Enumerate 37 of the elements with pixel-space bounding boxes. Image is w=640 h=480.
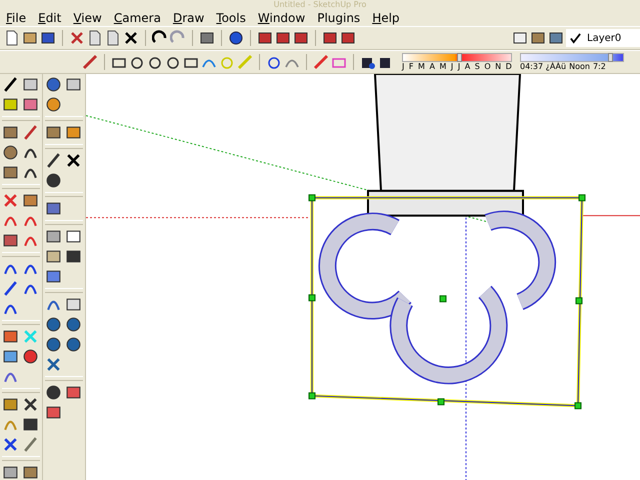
month-label: M [439,62,446,72]
layer-dropdown[interactable]: Layer0 [566,29,640,47]
slider-thumb[interactable] [457,52,462,62]
time-label: Noon [569,62,590,72]
axis-line [582,215,640,216]
month-label: A [464,62,470,72]
slider-thumb[interactable] [608,52,613,62]
new-file-icon[interactable] [4,30,20,46]
undo-icon[interactable] [152,30,168,46]
month-label: J [402,62,404,72]
layer-name: Layer0 [587,32,622,44]
month-label: M [418,62,425,72]
circle-icon[interactable] [2,144,19,161]
menu-item[interactable]: Help [372,11,400,25]
month-label: D [506,62,512,72]
month-label: O [484,62,491,72]
time-slider[interactable] [520,52,624,62]
menu-item[interactable]: View [73,11,102,25]
menu-item[interactable]: Plugins [317,11,360,25]
month-label: F [408,62,414,72]
time-label: 04:37 ¿ÀÀü [520,62,566,72]
menu-item[interactable]: Tools [216,11,246,25]
menu-item[interactable]: Camera [114,11,161,25]
menu-item[interactable]: Window [258,11,306,25]
menu-item[interactable]: Draw [172,11,204,25]
delete-icon[interactable] [123,30,139,46]
month-slider[interactable] [402,52,512,62]
menu-item[interactable]: Edit [38,11,62,25]
month-label: A [429,62,435,72]
month-label: S [474,62,480,72]
time-label: 7:2 [592,62,606,72]
square-icon[interactable] [2,124,19,141]
month-label: N [495,62,502,72]
month-label: J [450,62,454,72]
month-label: J [458,62,460,72]
menu-item[interactable]: File [6,11,26,25]
circle-icon[interactable] [22,348,39,365]
